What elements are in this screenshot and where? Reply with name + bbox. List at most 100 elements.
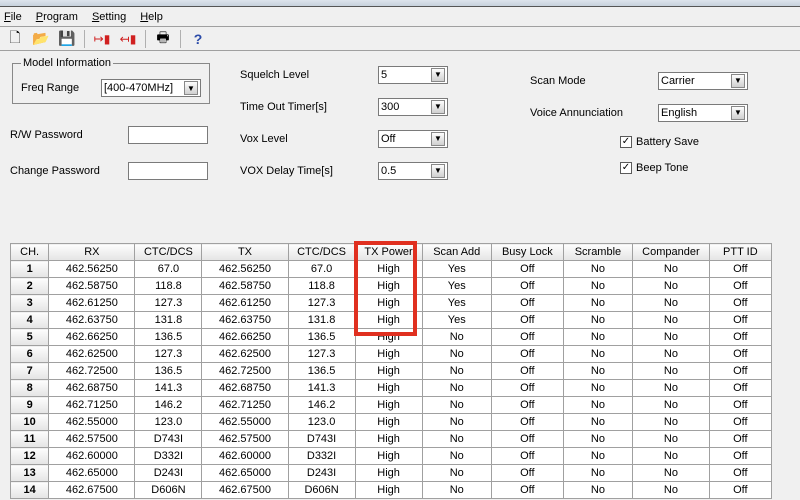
cell-scramble[interactable]: No: [563, 431, 632, 448]
cell-scramble[interactable]: No: [563, 346, 632, 363]
cell-ch[interactable]: 9: [11, 397, 49, 414]
cell-scramble[interactable]: No: [563, 278, 632, 295]
cell-scanadd[interactable]: No: [422, 329, 491, 346]
cell-busylock[interactable]: Off: [491, 414, 563, 431]
new-icon[interactable]: 🗋: [6, 30, 24, 48]
cell-power[interactable]: High: [355, 431, 422, 448]
th-rx[interactable]: RX: [49, 244, 135, 261]
cell-power[interactable]: High: [355, 278, 422, 295]
cell-ch[interactable]: 1: [11, 261, 49, 278]
th-busylock[interactable]: Busy Lock: [491, 244, 563, 261]
cell-pttid[interactable]: Off: [709, 261, 771, 278]
cell-tx[interactable]: 462.68750: [202, 380, 288, 397]
cell-dec[interactable]: 127.3: [135, 295, 202, 312]
cell-busylock[interactable]: Off: [491, 278, 563, 295]
cell-pttid[interactable]: Off: [709, 414, 771, 431]
cell-ch[interactable]: 12: [11, 448, 49, 465]
cell-dec[interactable]: D332I: [135, 448, 202, 465]
cell-tx[interactable]: 462.71250: [202, 397, 288, 414]
cell-power[interactable]: High: [355, 482, 422, 499]
freq-range-select[interactable]: [400-470MHz] ▼: [101, 79, 201, 97]
cell-enc[interactable]: 136.5: [288, 329, 355, 346]
cell-rx[interactable]: 462.61250: [49, 295, 135, 312]
cell-compander[interactable]: No: [633, 431, 710, 448]
cell-compander[interactable]: No: [633, 448, 710, 465]
cell-dec[interactable]: 146.2: [135, 397, 202, 414]
cell-rx[interactable]: 462.57500: [49, 431, 135, 448]
table-row[interactable]: 6462.62500127.3462.62500127.3HighNoOffNo…: [11, 346, 772, 363]
cell-rx[interactable]: 462.62500: [49, 346, 135, 363]
cell-ch[interactable]: 7: [11, 363, 49, 380]
cell-enc[interactable]: 127.3: [288, 346, 355, 363]
cell-pttid[interactable]: Off: [709, 397, 771, 414]
cell-scanadd[interactable]: Yes: [422, 261, 491, 278]
cell-busylock[interactable]: Off: [491, 397, 563, 414]
cell-rx[interactable]: 462.72500: [49, 363, 135, 380]
cell-compander[interactable]: No: [633, 414, 710, 431]
cell-compander[interactable]: No: [633, 363, 710, 380]
cell-power[interactable]: High: [355, 261, 422, 278]
cell-rx[interactable]: 462.58750: [49, 278, 135, 295]
cell-rx[interactable]: 462.68750: [49, 380, 135, 397]
cell-dec[interactable]: D743I: [135, 431, 202, 448]
cell-scanadd[interactable]: No: [422, 380, 491, 397]
cell-dec[interactable]: 67.0: [135, 261, 202, 278]
write-radio-icon[interactable]: ↤▮: [119, 30, 137, 48]
cell-pttid[interactable]: Off: [709, 448, 771, 465]
cell-scramble[interactable]: No: [563, 363, 632, 380]
save-icon[interactable]: 💾: [58, 30, 76, 48]
cell-compander[interactable]: No: [633, 261, 710, 278]
cell-ch[interactable]: 5: [11, 329, 49, 346]
cell-tx[interactable]: 462.67500: [202, 482, 288, 499]
cell-dec[interactable]: D243I: [135, 465, 202, 482]
th-ctc-enc[interactable]: CTC/DCS: [288, 244, 355, 261]
table-row[interactable]: 8462.68750141.3462.68750141.3HighNoOffNo…: [11, 380, 772, 397]
cell-rx[interactable]: 462.67500: [49, 482, 135, 499]
cell-busylock[interactable]: Off: [491, 346, 563, 363]
cell-enc[interactable]: 141.3: [288, 380, 355, 397]
cell-busylock[interactable]: Off: [491, 448, 563, 465]
cell-scanadd[interactable]: No: [422, 465, 491, 482]
cell-tx[interactable]: 462.56250: [202, 261, 288, 278]
cell-ch[interactable]: 3: [11, 295, 49, 312]
cell-busylock[interactable]: Off: [491, 380, 563, 397]
cell-pttid[interactable]: Off: [709, 329, 771, 346]
cell-power[interactable]: High: [355, 414, 422, 431]
cell-power[interactable]: High: [355, 312, 422, 329]
help-icon[interactable]: ?: [189, 30, 207, 48]
print-icon[interactable]: 🖶: [154, 30, 172, 48]
change-password-input[interactable]: [128, 162, 208, 180]
scanmode-select[interactable]: Carrier ▼: [658, 72, 748, 90]
th-compander[interactable]: Compander: [633, 244, 710, 261]
cell-pttid[interactable]: Off: [709, 431, 771, 448]
table-row[interactable]: 13462.65000D243I462.65000D243IHighNoOffN…: [11, 465, 772, 482]
rw-password-input[interactable]: [128, 126, 208, 144]
cell-compander[interactable]: No: [633, 346, 710, 363]
channel-table[interactable]: CH. RX CTC/DCS TX CTC/DCS TX Power Scan …: [10, 243, 772, 499]
table-row[interactable]: 4462.63750131.8462.63750131.8HighYesOffN…: [11, 312, 772, 329]
cell-power[interactable]: High: [355, 295, 422, 312]
th-ch[interactable]: CH.: [11, 244, 49, 261]
beep-tone-checkbox[interactable]: ✓: [620, 162, 632, 174]
menu-file[interactable]: FFileile: [4, 11, 22, 23]
cell-busylock[interactable]: Off: [491, 482, 563, 499]
cell-busylock[interactable]: Off: [491, 329, 563, 346]
cell-enc[interactable]: D332I: [288, 448, 355, 465]
th-pttid[interactable]: PTT ID: [709, 244, 771, 261]
cell-pttid[interactable]: Off: [709, 346, 771, 363]
cell-scanadd[interactable]: No: [422, 482, 491, 499]
cell-scanadd[interactable]: Yes: [422, 295, 491, 312]
cell-rx[interactable]: 462.55000: [49, 414, 135, 431]
cell-scramble[interactable]: No: [563, 465, 632, 482]
cell-dec[interactable]: 131.8: [135, 312, 202, 329]
voxdelay-select[interactable]: 0.5 ▼: [378, 162, 448, 180]
cell-scanadd[interactable]: No: [422, 346, 491, 363]
table-row[interactable]: 5462.66250136.5462.66250136.5HighNoOffNo…: [11, 329, 772, 346]
table-row[interactable]: 12462.60000D332I462.60000D332IHighNoOffN…: [11, 448, 772, 465]
cell-busylock[interactable]: Off: [491, 261, 563, 278]
cell-busylock[interactable]: Off: [491, 295, 563, 312]
cell-tx[interactable]: 462.60000: [202, 448, 288, 465]
cell-enc[interactable]: 118.8: [288, 278, 355, 295]
cell-scanadd[interactable]: No: [422, 414, 491, 431]
cell-tx[interactable]: 462.66250: [202, 329, 288, 346]
